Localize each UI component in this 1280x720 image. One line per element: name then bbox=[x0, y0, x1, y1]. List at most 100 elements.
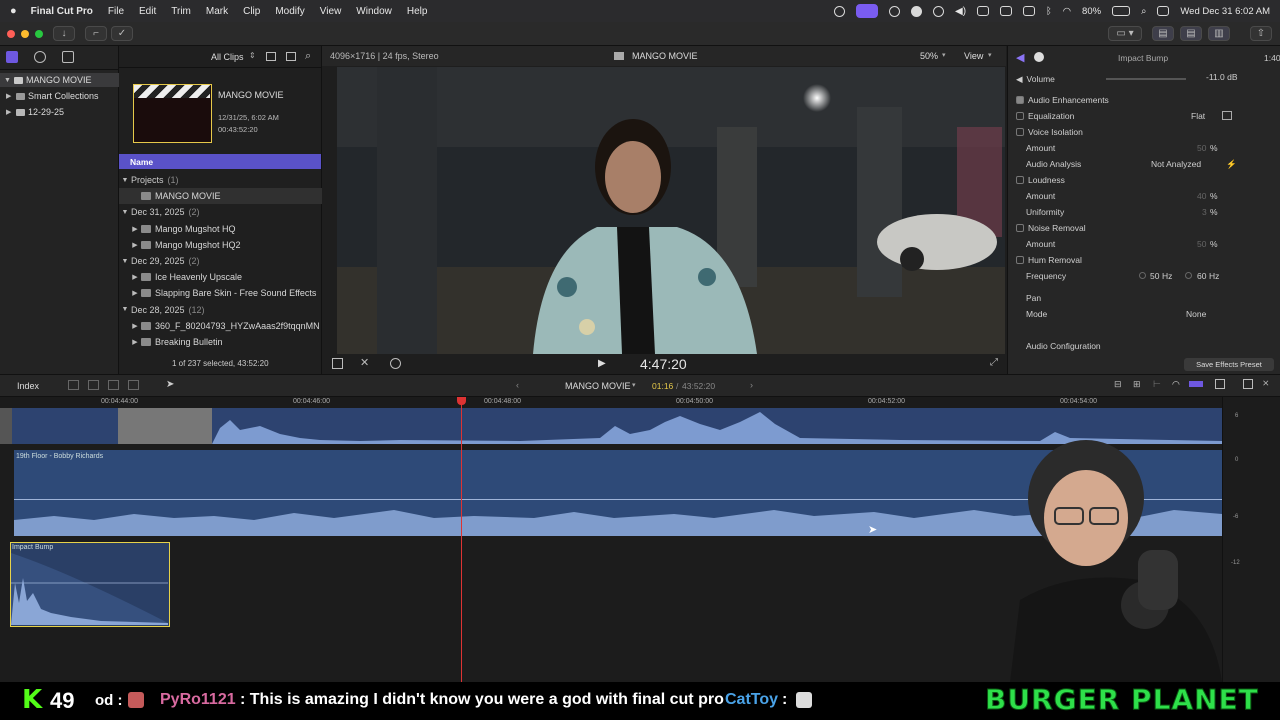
viewer-video-frame[interactable] bbox=[337, 67, 1005, 354]
app-name-menu[interactable]: Final Cut Pro bbox=[31, 6, 93, 17]
fullscreen-icon[interactable]: ⤢ bbox=[990, 357, 998, 368]
playhead-marker[interactable] bbox=[457, 397, 466, 405]
snapping-icon[interactable] bbox=[1189, 381, 1203, 387]
connect-edit-icon[interactable] bbox=[128, 380, 139, 390]
clip-row[interactable]: ▶ Slapping Bare Skin - Free Sound Effects bbox=[119, 285, 322, 301]
sidebar-item-smart-collections[interactable]: ▶ Smart Collections bbox=[6, 89, 99, 103]
headphones-icon[interactable]: ◠ bbox=[1172, 379, 1180, 390]
effects-browser-icon[interactable] bbox=[1243, 379, 1253, 389]
show-inspector-button[interactable]: ▥ bbox=[1208, 26, 1230, 41]
timeline-project-popup[interactable]: MANGO MOVIE bbox=[565, 381, 631, 391]
clip-appearance-icon[interactable] bbox=[1215, 379, 1225, 389]
playhead[interactable] bbox=[461, 399, 462, 682]
disclosure-open-icon[interactable]: ▼ bbox=[119, 258, 131, 265]
disclosure-closed-icon[interactable]: ▶ bbox=[129, 225, 141, 233]
insert-edit-icon[interactable] bbox=[88, 380, 99, 390]
bluetooth-icon[interactable]: ᛒ bbox=[1046, 6, 1052, 17]
equalization-checkbox[interactable] bbox=[1016, 112, 1024, 120]
menu-mark[interactable]: Mark bbox=[206, 6, 228, 17]
sidebar-item-library[interactable]: ▼ MANGO MOVIE bbox=[0, 73, 119, 87]
close-window-button[interactable] bbox=[7, 30, 15, 38]
append-edit-icon[interactable] bbox=[68, 380, 79, 390]
voice-isolation-checkbox[interactable] bbox=[1016, 128, 1024, 136]
magic-wand-icon[interactable]: ⚡ bbox=[1226, 159, 1237, 170]
browser-search-icon[interactable]: ⌕ bbox=[305, 50, 311, 63]
noise-amount[interactable]: 50 bbox=[1197, 239, 1206, 249]
record-status-icon[interactable] bbox=[911, 5, 923, 17]
name-column-header[interactable]: Name bbox=[119, 154, 321, 169]
photos-audio-tab-icon[interactable] bbox=[34, 51, 46, 63]
wifi-icon[interactable]: ◠ bbox=[1063, 6, 1071, 17]
keyword-editor-button[interactable]: ⌐ bbox=[85, 26, 107, 41]
menu-window[interactable]: Window bbox=[356, 6, 392, 17]
pan-mode-popup[interactable]: None bbox=[1186, 309, 1206, 319]
forward-arrow-icon[interactable]: › bbox=[750, 380, 753, 390]
sidebar-item-event[interactable]: ▶ 12-29-25 bbox=[6, 105, 64, 119]
control-center-icon[interactable] bbox=[1157, 6, 1170, 16]
clip-appearance-icon[interactable] bbox=[266, 52, 276, 61]
zoom-in-icon[interactable]: ⊞ bbox=[1133, 379, 1141, 390]
disclosure-closed-icon[interactable]: ▶ bbox=[6, 92, 13, 100]
event-group-row[interactable]: ▼ Dec 29, 2025 (2) bbox=[119, 253, 322, 269]
zoom-popup[interactable]: 50% bbox=[920, 51, 938, 61]
clip-row[interactable]: ▶ Mango Mugshot HQ bbox=[119, 221, 322, 237]
clip-row[interactable]: ▶ Mango Mugshot HQ2 bbox=[119, 237, 322, 253]
frequency-60-radio[interactable] bbox=[1185, 272, 1192, 279]
disclosure-open-icon[interactable]: ▼ bbox=[4, 77, 11, 84]
disclosure-closed-icon[interactable]: ▶ bbox=[129, 241, 141, 249]
loudness-checkbox[interactable] bbox=[1016, 176, 1024, 184]
display-icon[interactable] bbox=[977, 6, 990, 16]
clip-filter-popup[interactable]: All Clips bbox=[211, 52, 244, 62]
noise-removal-checkbox[interactable] bbox=[1016, 224, 1024, 232]
transform-tool-icon[interactable] bbox=[332, 358, 343, 369]
hum-removal-checkbox[interactable] bbox=[1016, 256, 1024, 264]
event-group-row[interactable]: ▼ Dec 28, 2025 (12) bbox=[119, 302, 322, 318]
show-timeline-button[interactable]: ▤ bbox=[1180, 26, 1202, 41]
zoom-window-button[interactable] bbox=[35, 30, 43, 38]
grid-status-icon[interactable] bbox=[889, 5, 901, 17]
project-row[interactable]: MANGO MOVIE bbox=[119, 188, 322, 205]
disclosure-closed-icon[interactable]: ▶ bbox=[6, 108, 13, 116]
frequency-50-radio[interactable] bbox=[1139, 272, 1146, 279]
equalization-popup[interactable]: Flat bbox=[1191, 111, 1205, 121]
loudness-amount[interactable]: 40 bbox=[1197, 191, 1206, 201]
titles-generators-tab-icon[interactable] bbox=[62, 51, 74, 63]
menu-clip[interactable]: Clip bbox=[243, 6, 260, 17]
share-button[interactable]: ⇧ bbox=[1250, 26, 1272, 41]
volume-slider[interactable] bbox=[1106, 78, 1186, 80]
menu-file[interactable]: File bbox=[108, 6, 124, 17]
screen-mirror-icon[interactable] bbox=[1000, 6, 1013, 16]
menu-trim[interactable]: Trim bbox=[171, 6, 191, 17]
view-options-popup[interactable]: View bbox=[964, 51, 983, 61]
back-arrow-icon[interactable]: ‹ bbox=[516, 380, 519, 390]
impact-bump-clip[interactable]: Impact Bump bbox=[10, 542, 170, 627]
show-browser-button[interactable]: ▤ bbox=[1152, 26, 1174, 41]
clip-row[interactable]: ▶ 360_F_80204793_HYZwAaas2f9tqqnMN bbox=[119, 318, 322, 334]
overwrite-edit-icon[interactable] bbox=[108, 380, 119, 390]
menubar-clock[interactable]: Wed Dec 31 6:02 AM bbox=[1180, 6, 1270, 17]
event-group-row[interactable]: ▼ Dec 31, 2025 (2) bbox=[119, 204, 322, 220]
menu-help[interactable]: Help bbox=[407, 6, 428, 17]
volume-icon[interactable]: ◀) bbox=[955, 6, 966, 17]
uniformity-value[interactable]: 3 bbox=[1202, 207, 1207, 217]
speed-tool-icon[interactable] bbox=[390, 358, 401, 369]
audio-inspector-tab-icon[interactable]: ◀ bbox=[1016, 51, 1024, 64]
close-timeline-icon[interactable]: ⨯ bbox=[1262, 378, 1270, 389]
screen-capture-icon[interactable] bbox=[834, 5, 846, 17]
disclosure-open-icon[interactable]: ▼ bbox=[119, 177, 131, 184]
play-button[interactable]: ▶ bbox=[598, 358, 606, 369]
disclosure-closed-icon[interactable]: ▶ bbox=[129, 273, 141, 281]
disclosure-closed-icon[interactable]: ▶ bbox=[129, 289, 141, 297]
preview-thumbnail[interactable] bbox=[133, 84, 212, 143]
menu-edit[interactable]: Edit bbox=[139, 6, 156, 17]
active-app-status-icon[interactable] bbox=[856, 4, 879, 18]
play-status-icon[interactable] bbox=[933, 5, 945, 17]
enhance-tool-icon[interactable]: ✕ bbox=[360, 356, 369, 369]
audio-configuration-label[interactable]: Audio Configuration bbox=[1026, 341, 1101, 351]
battery-icon[interactable] bbox=[1112, 6, 1131, 16]
zoom-out-icon[interactable]: ⊟ bbox=[1114, 379, 1122, 390]
list-view-icon[interactable] bbox=[286, 52, 296, 61]
event-group-row[interactable]: ▼ Projects (1) bbox=[119, 172, 322, 188]
disclosure-open-icon[interactable]: ▼ bbox=[119, 209, 131, 216]
menu-view[interactable]: View bbox=[320, 6, 342, 17]
